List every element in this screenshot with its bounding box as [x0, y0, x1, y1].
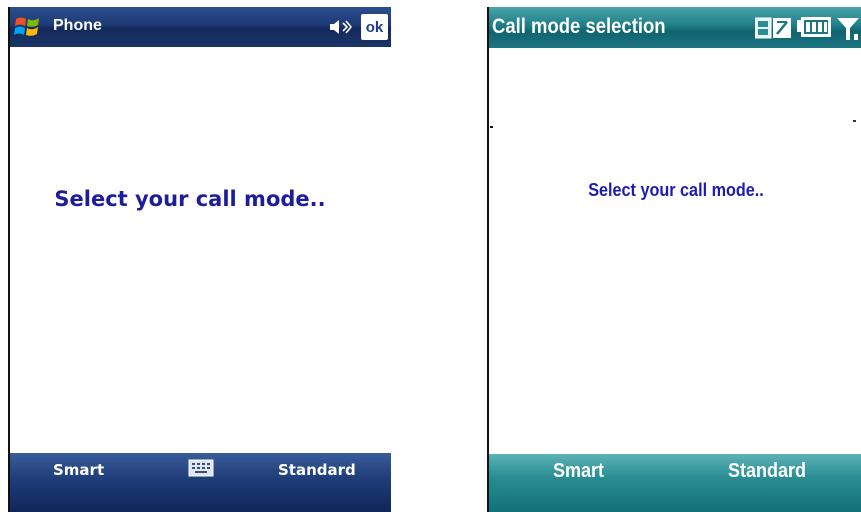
- signal-strength-icon: [837, 18, 859, 40]
- windows-start-icon[interactable]: [13, 13, 43, 41]
- call-mode-prompt: Select your call mode..: [54, 187, 326, 211]
- phone-screen-standard: Call mode selection Select your call mod…: [487, 7, 861, 512]
- soft-key-bar: Smart Standard: [10, 453, 391, 512]
- speaker-icon[interactable]: [328, 18, 352, 36]
- content-area: Select your call mode..: [489, 48, 861, 476]
- status-icons: [755, 17, 859, 40]
- sim-status-icon: [755, 17, 772, 39]
- app-title: Call mode selection: [492, 15, 666, 38]
- scroll-tick: [490, 126, 493, 128]
- smart-softkey[interactable]: Smart: [53, 461, 104, 479]
- soft-key-bar: Smart Standard: [489, 454, 861, 512]
- battery-icon: [797, 17, 831, 37]
- keyboard-icon[interactable]: [188, 459, 214, 477]
- title-bar: Call mode selection: [489, 7, 861, 48]
- smart-softkey[interactable]: Smart: [553, 460, 604, 483]
- phone-screen-professional: Phone ok Select your call mode.. Smart S…: [8, 7, 391, 512]
- ok-button-label: ok: [365, 18, 384, 36]
- app-title: Phone: [53, 17, 102, 34]
- content-area: Select your call mode..: [10, 47, 391, 473]
- standard-softkey[interactable]: Standard: [278, 461, 356, 479]
- scroll-tick: [853, 120, 856, 122]
- standard-softkey[interactable]: Standard: [728, 460, 806, 483]
- call-mode-prompt: Select your call mode..: [588, 180, 764, 200]
- ok-button[interactable]: ok: [361, 14, 388, 40]
- sim-status-icon: [773, 18, 791, 38]
- title-bar: Phone ok: [10, 7, 391, 47]
